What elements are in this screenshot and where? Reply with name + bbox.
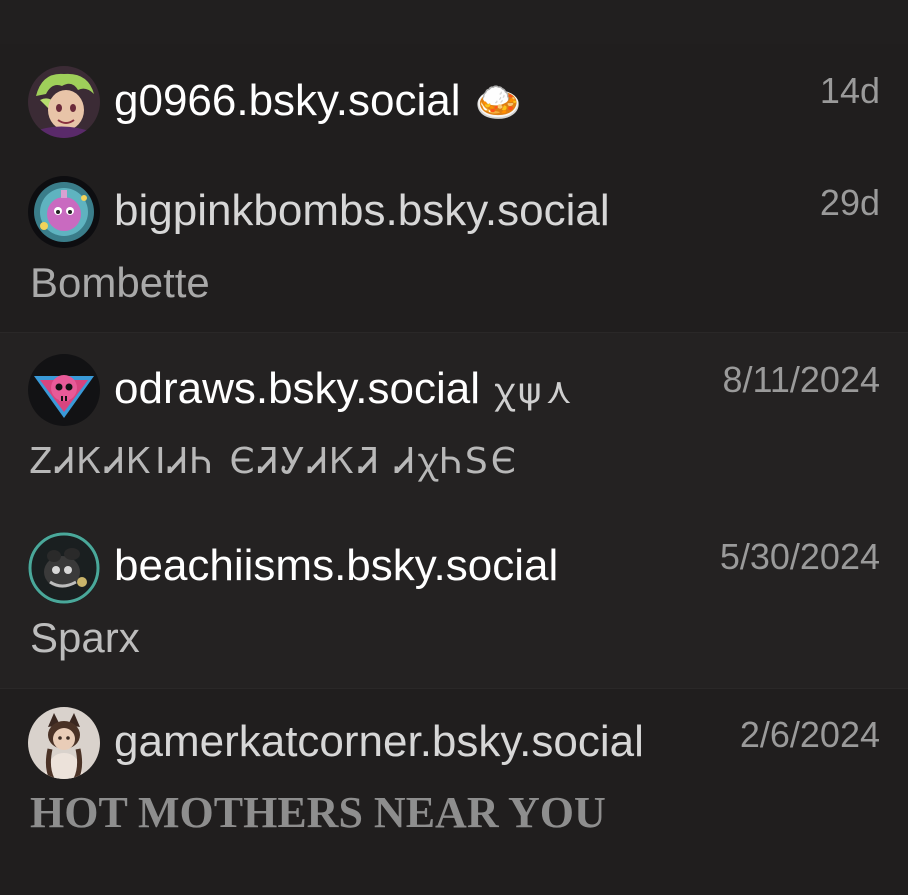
follow-timestamp: 5/30/2024 — [719, 536, 880, 577]
avatar[interactable] — [28, 532, 100, 604]
handle[interactable]: beachiisms.bsky.social — [114, 540, 558, 592]
follow-timestamp: 29d — [819, 182, 880, 223]
avatar-cat-girl-icon — [28, 707, 100, 779]
handle-decoration: ꭓψ⋏ — [494, 371, 576, 412]
follow-timestamp: 2/6/2024 — [739, 714, 880, 755]
handle[interactable]: g0966.bsky.social 🍛 — [114, 75, 522, 128]
list-item[interactable]: odraws.bsky.social ꭓψ⋏ 8/11/2024 ᏃᏗᏦᏗᏦIᏗᏂ… — [0, 333, 908, 510]
handle-text[interactable]: odraws.bsky.social — [114, 364, 480, 413]
list-item[interactable]: beachiisms.bsky.social 5/30/2024 Sparx — [0, 510, 908, 688]
follows-list: g0966.bsky.social 🍛 14d bigpinkbombs.bsky… — [0, 0, 908, 895]
handle[interactable]: gamerkatcorner.bsky.social — [114, 716, 644, 768]
handle[interactable]: odraws.bsky.social ꭓψ⋏ — [114, 363, 576, 418]
display-name: HOT MOTHERS NEAR YOU — [30, 788, 606, 837]
display-name: Bombette — [30, 259, 210, 306]
curry-emoji-icon: 🍛 — [474, 80, 522, 124]
display-name: ᏃᏗᏦᏗᏦIᏗᏂ ЄᏘᎩᏗᏦᏘ ᏗꭓᏂSЄ — [30, 441, 519, 482]
follow-timestamp: 14d — [819, 70, 880, 111]
display-name: Sparx — [30, 614, 140, 661]
list-item[interactable]: gamerkatcorner.bsky.social 2/6/2024 HOT … — [0, 689, 908, 895]
follow-timestamp: 8/11/2024 — [722, 359, 880, 400]
avatar[interactable] — [28, 66, 100, 138]
avatar[interactable] — [28, 176, 100, 248]
list-item[interactable]: bigpinkbombs.bsky.social 29d Bombette — [0, 156, 908, 332]
avatar-green-hair-icon — [28, 66, 100, 138]
avatar[interactable] — [28, 707, 100, 779]
avatar-pink-bomb-icon — [28, 176, 100, 248]
handle[interactable]: bigpinkbombs.bsky.social — [114, 185, 610, 237]
list-item[interactable]: g0966.bsky.social 🍛 14d — [0, 44, 908, 156]
avatar[interactable] — [28, 354, 100, 426]
avatar-pink-skull-icon — [28, 354, 100, 426]
avatar-dark-creature-icon — [28, 532, 100, 604]
handle-text[interactable]: g0966.bsky.social — [114, 76, 461, 125]
